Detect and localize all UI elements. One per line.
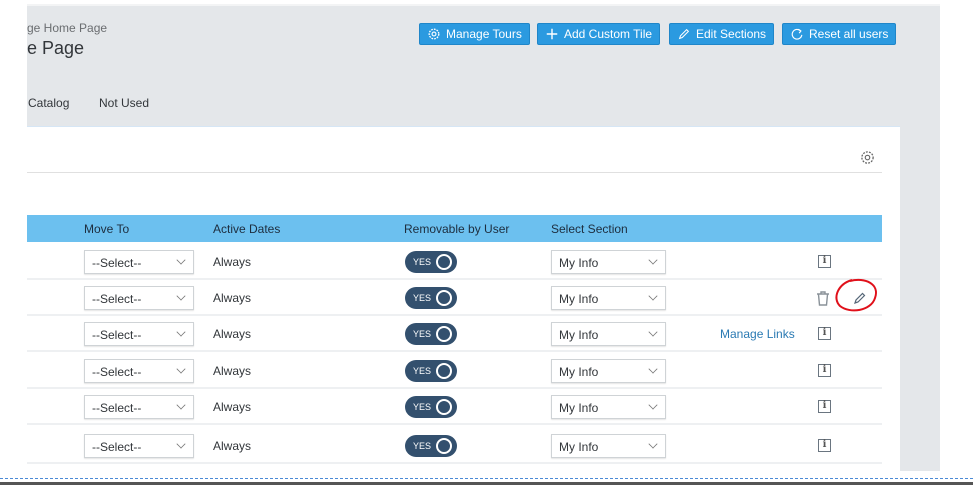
page-title: e Page <box>27 38 85 58</box>
chevron-down-icon <box>176 291 186 301</box>
divider <box>27 172 882 173</box>
chevron-down-icon <box>176 327 186 337</box>
active-dates: Always <box>213 364 252 378</box>
toggle-label: YES <box>413 366 432 376</box>
active-dates: Always <box>213 255 252 269</box>
toggle-knob <box>436 438 452 454</box>
gear-icon <box>428 28 440 40</box>
plus-icon <box>546 28 558 40</box>
pencil-icon <box>678 28 690 40</box>
table-row: --Select-- Always YES My Info <box>27 280 882 316</box>
chevron-down-icon <box>176 439 186 449</box>
move-to-value: --Select-- <box>92 365 142 379</box>
section-value: My Info <box>559 256 599 270</box>
chevron-down-icon <box>648 364 658 374</box>
info-icon[interactable]: i <box>818 364 831 377</box>
info-icon[interactable]: i <box>818 400 831 413</box>
column-active-dates: Active Dates <box>213 222 281 236</box>
toggle-knob <box>436 254 452 270</box>
table-row: --Select-- Always YES My Info i <box>27 389 882 425</box>
chevron-down-icon <box>648 255 658 265</box>
section-value: My Info <box>559 401 599 415</box>
move-to-select[interactable]: --Select-- <box>84 395 194 419</box>
active-dates: Always <box>213 439 252 453</box>
removable-toggle[interactable]: YES <box>405 396 457 418</box>
chevron-down-icon <box>648 291 658 301</box>
removable-toggle[interactable]: YES <box>405 323 457 345</box>
table-row: --Select-- Always YES My Info i <box>27 353 882 389</box>
move-to-value: --Select-- <box>92 440 142 454</box>
toggle-knob <box>436 363 452 379</box>
tab-catalog[interactable]: Catalog <box>28 96 69 110</box>
info-icon[interactable]: i <box>818 255 831 268</box>
toggle-knob <box>436 326 452 342</box>
trash-icon[interactable] <box>816 291 830 306</box>
move-to-value: --Select-- <box>92 292 142 306</box>
red-annotation-circle <box>835 279 877 312</box>
section-select[interactable]: My Info <box>551 322 666 346</box>
reset-all-users-button[interactable]: Reset all users <box>782 23 897 45</box>
table-row: --Select-- Always YES My Info Manage Lin… <box>27 316 882 352</box>
move-to-select[interactable]: --Select-- <box>84 286 194 310</box>
removable-toggle[interactable]: YES <box>405 287 457 309</box>
move-to-value: --Select-- <box>92 328 142 342</box>
column-removable: Removable by User <box>404 222 510 236</box>
chevron-down-icon <box>648 327 658 337</box>
edit-sections-label: Edit Sections <box>696 27 767 41</box>
move-to-value: --Select-- <box>92 401 142 415</box>
section-select[interactable]: My Info <box>551 250 666 274</box>
breadcrumb[interactable]: ge Home Page <box>27 21 107 35</box>
table-row: --Select-- Always YES My Info i <box>27 244 882 280</box>
manage-tours-label: Manage Tours <box>446 27 522 41</box>
table-header: Move To Active Dates Removable by User S… <box>27 215 882 242</box>
section-select[interactable]: My Info <box>551 434 666 458</box>
chevron-down-icon <box>176 364 186 374</box>
toggle-knob <box>436 290 452 306</box>
active-dates: Always <box>213 400 252 414</box>
toggle-label: YES <box>413 441 432 451</box>
toggle-label: YES <box>413 402 432 412</box>
reset-all-users-label: Reset all users <box>809 27 889 41</box>
column-select-section: Select Section <box>551 222 628 236</box>
toggle-knob <box>436 399 452 415</box>
toggle-label: YES <box>413 329 432 339</box>
info-icon[interactable]: i <box>818 327 831 340</box>
active-dates: Always <box>213 291 252 305</box>
section-value: My Info <box>559 292 599 306</box>
move-to-value: --Select-- <box>92 256 142 270</box>
toggle-label: YES <box>413 293 432 303</box>
removable-toggle[interactable]: YES <box>405 251 457 273</box>
table-row: --Select-- Always YES My Info i <box>27 428 882 464</box>
chevron-down-icon <box>176 255 186 265</box>
section-select[interactable]: My Info <box>551 359 666 383</box>
add-custom-tile-label: Add Custom Tile <box>564 27 653 41</box>
section-value: My Info <box>559 440 599 454</box>
tab-not-used[interactable]: Not Used <box>99 96 149 110</box>
active-dates: Always <box>213 327 252 341</box>
settings-gear-icon[interactable] <box>860 150 875 165</box>
section-value: My Info <box>559 328 599 342</box>
removable-toggle[interactable]: YES <box>405 435 457 457</box>
move-to-select[interactable]: --Select-- <box>84 434 194 458</box>
section-value: My Info <box>559 365 599 379</box>
toggle-label: YES <box>413 257 432 267</box>
section-select[interactable]: My Info <box>551 286 666 310</box>
edit-sections-button[interactable]: Edit Sections <box>669 23 775 45</box>
move-to-select[interactable]: --Select-- <box>84 359 194 383</box>
column-move-to: Move To <box>84 222 130 236</box>
move-to-select[interactable]: --Select-- <box>84 322 194 346</box>
info-icon[interactable]: i <box>818 439 831 452</box>
manage-links-link[interactable]: Manage Links <box>720 327 795 341</box>
manage-tours-button[interactable]: Manage Tours <box>419 23 530 45</box>
chevron-down-icon <box>648 400 658 410</box>
refresh-icon <box>791 28 803 40</box>
add-custom-tile-button[interactable]: Add Custom Tile <box>537 23 661 45</box>
dotted-divider <box>0 478 973 479</box>
removable-toggle[interactable]: YES <box>405 360 457 382</box>
chevron-down-icon <box>648 439 658 449</box>
chevron-down-icon <box>176 400 186 410</box>
section-select[interactable]: My Info <box>551 395 666 419</box>
move-to-select[interactable]: --Select-- <box>84 250 194 274</box>
